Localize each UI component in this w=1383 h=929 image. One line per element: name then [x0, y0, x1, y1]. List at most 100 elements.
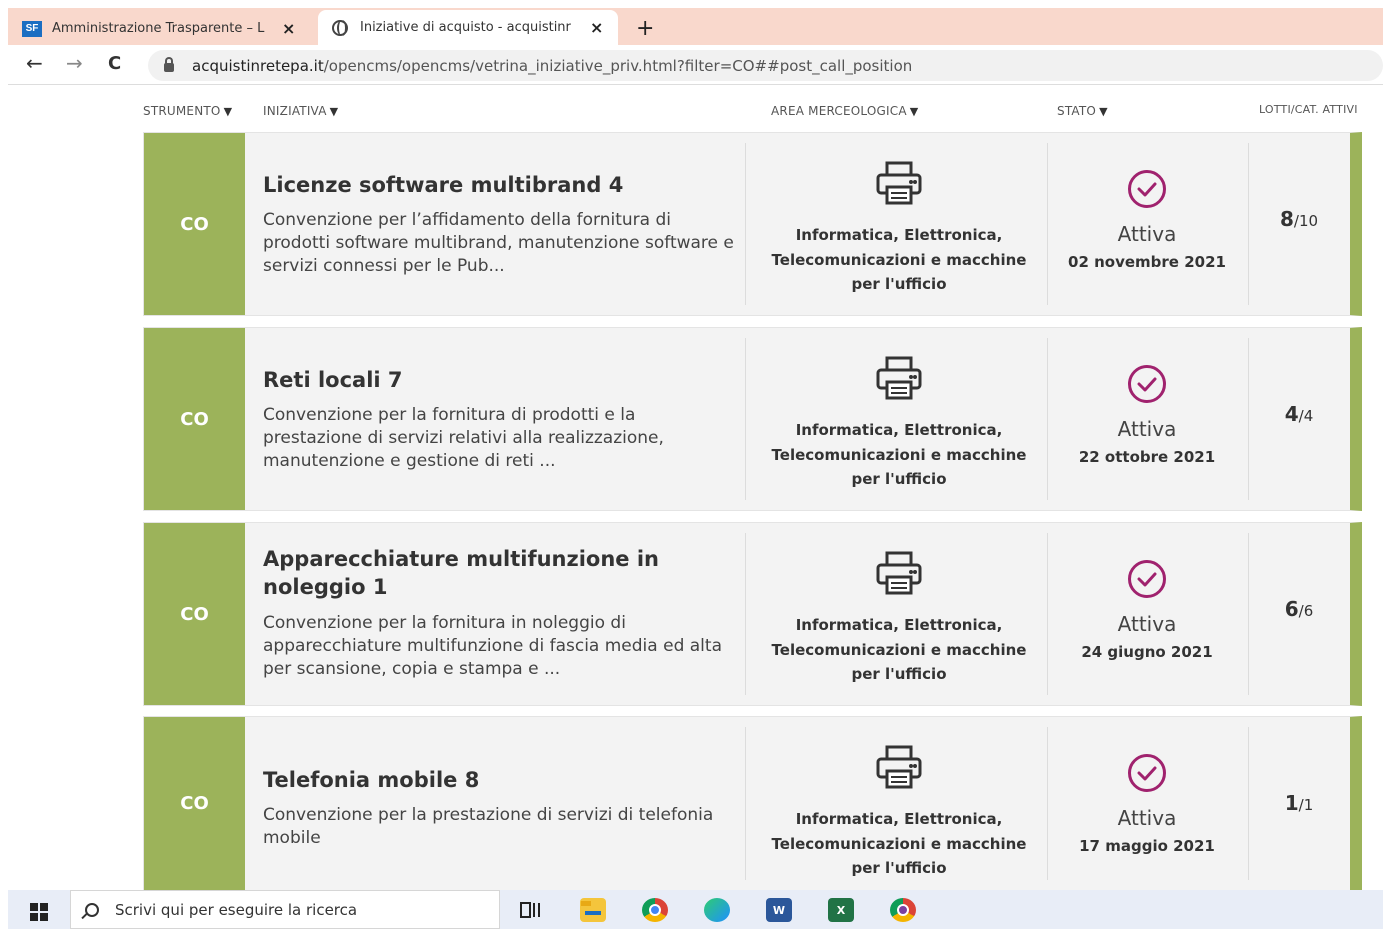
initiative-description: Convenzione per l’affidamento della forn… — [263, 210, 734, 276]
column-label: STRUMENTO — [143, 104, 221, 118]
initiative-card[interactable]: CO Reti locali 7 Convenzione per la forn… — [143, 327, 1362, 511]
status-label: Attiva — [1117, 417, 1177, 441]
area-line: Informatica, Elettronica, — [795, 616, 1003, 634]
initiative-card[interactable]: CO Licenze software multibrand 4 Convenz… — [143, 132, 1362, 316]
column-label: AREA MERCEOLOGICA — [771, 104, 907, 118]
browser-tab-strip: SF Amministrazione Trasparente – L × Ini… — [8, 8, 1383, 45]
chrome-icon[interactable] — [642, 898, 668, 922]
divider — [745, 143, 746, 305]
check-circle-icon — [1128, 170, 1166, 208]
word-icon[interactable]: W — [766, 898, 792, 922]
new-tab-button[interactable]: + — [636, 16, 654, 41]
area-line: Informatica, Elettronica, — [795, 421, 1003, 439]
lotti-total: /10 — [1293, 212, 1319, 230]
area-line: Telecomunicazioni e macchine — [771, 640, 1027, 659]
windows-logo-icon[interactable] — [30, 903, 48, 921]
initiative-title[interactable]: Apparecchiature multifunzione in noleggi… — [263, 545, 733, 601]
globe-icon — [332, 19, 348, 36]
status-date: 17 maggio 2021 — [1079, 837, 1215, 855]
taskbar-search-input[interactable]: Scrivi qui per eseguire la ricerca — [70, 890, 500, 929]
search-icon — [85, 902, 99, 917]
close-icon[interactable]: × — [282, 19, 295, 38]
lotti-count: 8/10 — [1249, 207, 1349, 231]
printer-icon — [876, 551, 922, 595]
lotti-count: 4/4 — [1249, 402, 1349, 426]
initiative-card[interactable]: CO Telefonia mobile 8 Convenzione per la… — [143, 716, 1362, 890]
column-header-area-merceologica[interactable]: AREA MERCEOLOGICA ▼ — [771, 104, 918, 118]
stato-cell: Attiva 22 ottobre 2021 — [1047, 364, 1247, 466]
initiative-description: Convenzione per la prestazione di serviz… — [263, 805, 714, 848]
tab-amministrazione-trasparente[interactable]: SF Amministrazione Trasparente – L × — [22, 12, 322, 45]
check-circle-icon — [1128, 365, 1166, 403]
printer-icon — [876, 745, 922, 789]
excel-icon[interactable]: X — [828, 898, 854, 922]
initiative-title[interactable]: Licenze software multibrand 4 — [263, 171, 733, 199]
url-path: /opencms/opencms/vetrina_iniziative_priv… — [323, 56, 913, 75]
close-icon[interactable]: × — [590, 18, 603, 37]
search-placeholder: Scrivi qui per eseguire la ricerca — [115, 900, 358, 919]
status-date: 02 novembre 2021 — [1068, 253, 1226, 271]
column-header-lotti: LOTTI/CAT. ATTIVI — [1259, 103, 1358, 116]
task-view-icon[interactable] — [518, 898, 544, 922]
chrome-canary-icon[interactable] — [890, 898, 916, 922]
lotti-total: /6 — [1298, 602, 1314, 620]
reload-icon[interactable]: C — [108, 53, 121, 74]
browser-toolbar: ← → C acquistinretepa.it/opencms/opencms… — [8, 45, 1383, 85]
area-line: Telecomunicazioni e macchine — [771, 250, 1027, 269]
check-circle-icon — [1128, 560, 1166, 598]
lock-icon — [164, 57, 174, 72]
area-line: per l'ufficio — [851, 859, 947, 877]
area-line: per l'ufficio — [851, 470, 947, 488]
initiative-title[interactable]: Telefonia mobile 8 — [263, 766, 733, 794]
back-arrow-icon[interactable]: ← — [26, 51, 43, 75]
sort-arrow-icon: ▼ — [223, 105, 233, 118]
forward-arrow-icon[interactable]: → — [66, 51, 83, 75]
initiative-description: Convenzione per la fornitura di prodotti… — [263, 405, 664, 471]
initiative-description: Convenzione per la fornitura in noleggio… — [263, 613, 722, 679]
area-line: per l'ufficio — [851, 665, 947, 683]
status-label: Attiva — [1117, 612, 1177, 636]
divider — [745, 727, 746, 880]
tab-title: Amministrazione Trasparente – L — [52, 21, 265, 36]
edge-icon[interactable] — [704, 898, 730, 922]
area-line: per l'ufficio — [851, 275, 947, 293]
lotti-total: /1 — [1298, 796, 1314, 814]
lotti-count: 1/1 — [1249, 791, 1349, 815]
strumento-badge: CO — [144, 328, 245, 510]
tab-title: Iniziative di acquisto - acquistinr — [360, 20, 571, 35]
tab-iniziative-di-acquisto[interactable]: Iniziative di acquisto - acquistinr × — [318, 10, 618, 45]
initiative-title[interactable]: Reti locali 7 — [263, 366, 733, 394]
column-header-strumento[interactable]: STRUMENTO ▼ — [143, 104, 232, 118]
divider — [745, 338, 746, 500]
url-host: acquistinretepa.it — [192, 56, 324, 75]
sf-logo-icon: SF — [22, 20, 42, 37]
area-line: Informatica, Elettronica, — [795, 226, 1003, 244]
lotti-active: 6 — [1284, 597, 1299, 621]
file-explorer-icon[interactable] — [580, 898, 606, 922]
initiative-card[interactable]: CO Apparecchiature multifunzione in nole… — [143, 522, 1362, 706]
stato-cell: Attiva 24 giugno 2021 — [1047, 559, 1247, 661]
column-header-iniziativa[interactable]: INIZIATIVA ▼ — [263, 104, 338, 118]
strumento-badge: CO — [144, 133, 245, 315]
printer-icon — [876, 161, 922, 205]
lotti-active: 4 — [1284, 402, 1299, 426]
status-date: 24 giugno 2021 — [1081, 643, 1213, 661]
area-merceologica: Informatica, Elettronica, Telecomunicazi… — [754, 551, 1044, 687]
area-merceologica: Informatica, Elettronica, Telecomunicazi… — [754, 745, 1044, 881]
printer-icon — [876, 356, 922, 400]
column-header-stato[interactable]: STATO ▼ — [1057, 104, 1108, 118]
lotti-total: /4 — [1298, 407, 1314, 425]
lotti-active: 1 — [1284, 791, 1299, 815]
check-circle-icon — [1128, 754, 1166, 792]
address-bar[interactable]: acquistinretepa.it/opencms/opencms/vetri… — [148, 50, 1383, 81]
area-merceologica: Informatica, Elettronica, Telecomunicazi… — [754, 161, 1044, 297]
column-label: INIZIATIVA — [263, 104, 327, 118]
windows-taskbar: Scrivi qui per eseguire la ricerca W X — [8, 890, 1383, 929]
status-date: 22 ottobre 2021 — [1078, 448, 1216, 466]
stato-cell: Attiva 02 novembre 2021 — [1047, 169, 1247, 271]
area-line: Telecomunicazioni e macchine — [771, 834, 1027, 853]
sort-arrow-icon: ▼ — [909, 105, 919, 118]
status-label: Attiva — [1117, 222, 1177, 246]
column-label: STATO — [1057, 104, 1097, 118]
sort-arrow-icon: ▼ — [329, 105, 339, 118]
